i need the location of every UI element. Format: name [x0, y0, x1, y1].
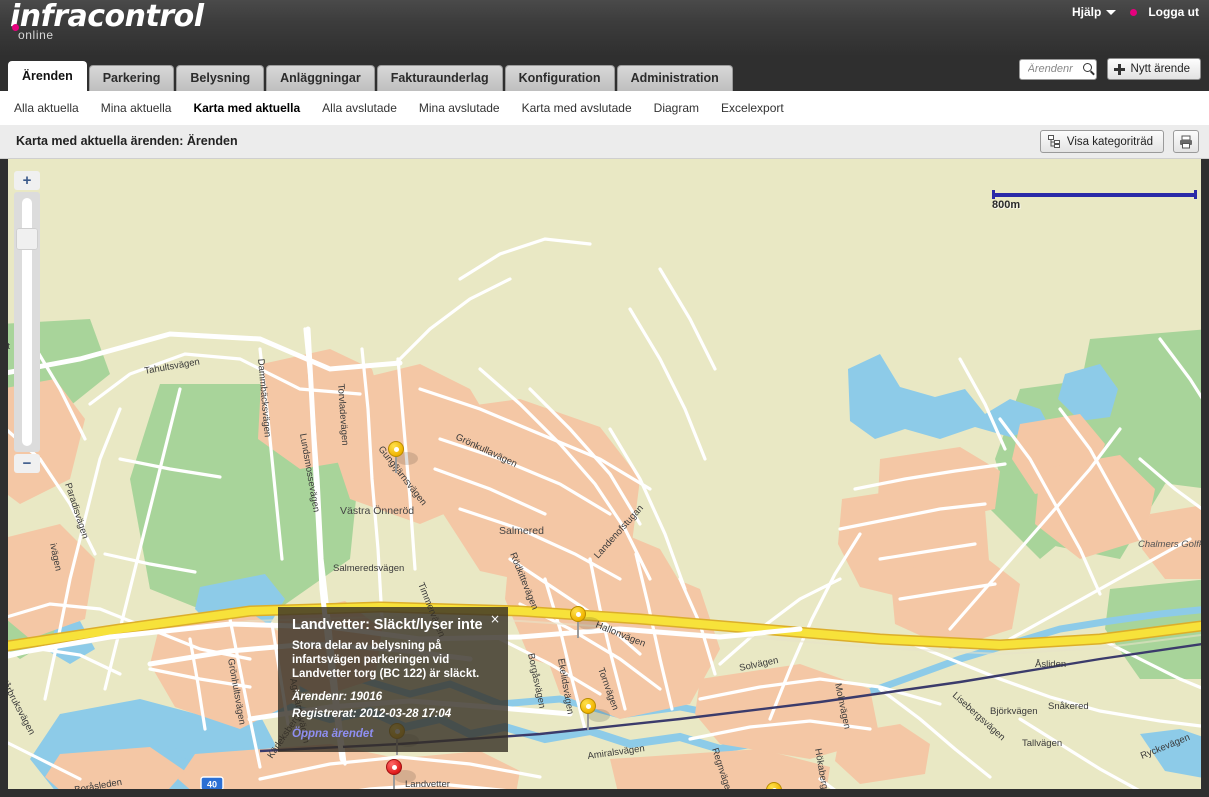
- subnav-karta-med-avslutade[interactable]: Karta med avslutade: [522, 101, 654, 115]
- subnav-mina-aktuella[interactable]: Mina aktuella: [101, 101, 194, 115]
- brand-logo[interactable]: infracontrol online: [8, 0, 204, 43]
- marker-head-icon: [766, 782, 782, 797]
- svg-text:40: 40: [207, 780, 217, 790]
- zoom-slider-handle[interactable]: [16, 228, 38, 250]
- svg-text:Björkvägen: Björkvägen: [990, 706, 1038, 717]
- subnav-mina-avslutade[interactable]: Mina avslutade: [419, 101, 522, 115]
- tab-arenden[interactable]: Ärenden: [8, 61, 87, 91]
- map-info-popup[interactable]: × Landvetter: Släckt/lyser inte Stora de…: [278, 607, 508, 752]
- plus-icon: [1113, 63, 1125, 75]
- new-case-label: Nytt ärende: [1130, 63, 1190, 75]
- tab-konfiguration[interactable]: Konfiguration: [504, 65, 615, 91]
- svg-text:Salmeredsvägen: Salmeredsvägen: [333, 563, 404, 574]
- help-label: Hjälp: [1072, 5, 1102, 19]
- logo-dot-icon: [12, 24, 19, 31]
- page-title: Karta med aktuella ärenden: Ärenden: [16, 134, 238, 148]
- close-icon[interactable]: ×: [490, 612, 500, 626]
- subnav-diagram[interactable]: Diagram: [654, 101, 721, 115]
- top-right-links: Hjälp Logga ut: [1072, 5, 1199, 19]
- tab-belysning[interactable]: Belysning: [176, 65, 265, 91]
- marker-head-icon: [570, 606, 586, 622]
- tab-fakturaunderlag[interactable]: Fakturaunderlag: [376, 65, 503, 91]
- map-graphics: 40 Tahultsvägen Dammbäcksvägen Lundsmoss…: [0, 159, 1209, 797]
- page-actions: Visa kategoriträd: [1039, 130, 1199, 153]
- popup-case-number: Ärendenr: 19016: [292, 691, 383, 703]
- subnav-alla-aktuella[interactable]: Alla aktuella: [14, 101, 101, 115]
- search-icon[interactable]: [1082, 62, 1092, 72]
- show-category-tree-label: Visa kategoriträd: [1066, 135, 1153, 148]
- road-shield-40: 40: [200, 776, 224, 791]
- subnav-alla-avslutade[interactable]: Alla avslutade: [322, 101, 419, 115]
- marker-head-icon: [386, 759, 402, 775]
- print-button[interactable]: [1173, 130, 1199, 153]
- logout-link[interactable]: Logga ut: [1148, 5, 1199, 19]
- zoom-slider-track[interactable]: [14, 192, 40, 452]
- tab-anlaggningar[interactable]: Anläggningar: [266, 65, 375, 91]
- scale-cap-left: [992, 190, 995, 199]
- map-zoom-control: + −: [14, 171, 40, 473]
- scale-label: 800m: [992, 199, 1021, 211]
- top-actions: Nytt ärende: [1018, 58, 1201, 80]
- subnav-karta-med-aktuella[interactable]: Karta med aktuella: [193, 101, 322, 115]
- brand-name: infracontrol: [10, 0, 204, 34]
- show-category-tree-button[interactable]: Visa kategoriträd: [1039, 130, 1164, 153]
- marker-head-icon: [580, 698, 596, 714]
- subnav-excelexport[interactable]: Excelexport: [721, 101, 806, 115]
- svg-text:Åsliden: Åsliden: [1035, 659, 1066, 670]
- new-case-button[interactable]: Nytt ärende: [1106, 58, 1201, 80]
- zoom-out-button[interactable]: −: [14, 454, 40, 473]
- svg-text:Snåkered: Snåkered: [1048, 701, 1089, 712]
- marker-head-icon: [388, 441, 404, 457]
- open-case-link[interactable]: Öppna ärendet: [292, 728, 373, 740]
- popup-description: Stora delar av belysning på infartsvägen…: [292, 640, 480, 680]
- svg-text:Chalmers Golfklubb: Chalmers Golfklubb: [1138, 539, 1209, 550]
- map-scale-bar: 800m: [992, 190, 1197, 211]
- svg-text:ult: ult: [0, 341, 10, 352]
- help-link[interactable]: Hjälp: [1072, 5, 1117, 19]
- printer-icon: [1180, 135, 1192, 148]
- tab-parkering[interactable]: Parkering: [88, 65, 175, 91]
- search-input[interactable]: [1025, 62, 1080, 76]
- svg-text:Salmered: Salmered: [499, 525, 544, 537]
- main-tabs: Ärenden Parkering Belysning Anläggningar…: [8, 61, 733, 91]
- search-box[interactable]: [1018, 58, 1097, 80]
- page-header-bar: Karta med aktuella ärenden: Ärenden Visa…: [0, 125, 1209, 159]
- sub-navigation: Alla aktuella Mina aktuella Karta med ak…: [0, 91, 1209, 125]
- top-bar: infracontrol online Hjälp Logga ut: [0, 0, 1209, 56]
- map-canvas[interactable]: 40 Tahultsvägen Dammbäcksvägen Lundsmoss…: [0, 159, 1209, 797]
- chevron-down-icon: [1106, 10, 1117, 16]
- popup-title: Landvetter: Släckt/lyser inte: [292, 617, 483, 633]
- svg-text:Tallvägen: Tallvägen: [1022, 738, 1062, 749]
- popup-registered: Registrerat: 2012-03-28 17:04: [292, 708, 452, 720]
- scale-cap-right: [1194, 190, 1197, 199]
- scale-line: [992, 193, 1197, 197]
- svg-text:Västra Önneröd: Västra Önneröd: [340, 505, 414, 517]
- tree-icon: [1047, 135, 1060, 148]
- tab-administration[interactable]: Administration: [616, 65, 733, 91]
- zoom-in-button[interactable]: +: [14, 171, 40, 190]
- separator-dot-icon: [1130, 8, 1138, 16]
